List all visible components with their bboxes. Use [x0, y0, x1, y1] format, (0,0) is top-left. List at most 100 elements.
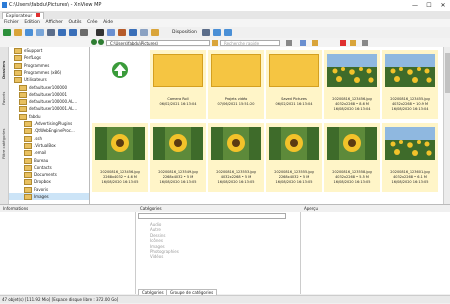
grid-scrollbar[interactable] — [443, 47, 450, 204]
tree-item[interactable]: Programmes — [9, 62, 89, 69]
tree-item[interactable]: Programmes (x86) — [9, 69, 89, 76]
rating-filter-icon[interactable] — [350, 40, 356, 46]
folder-item[interactable]: Camera Roll 06/02/2021 16:13:04 — [150, 50, 206, 119]
image-item[interactable]: 20200816_123555.jpg 2268x4032 • 5 M 16/08/… — [266, 123, 322, 192]
compare-icon[interactable] — [140, 29, 148, 36]
category-item[interactable]: Dessins — [150, 233, 165, 238]
forward-icon[interactable] — [98, 39, 104, 45]
tree-item[interactable]: .AdvertisingPlugins — [9, 120, 89, 127]
image-item[interactable]: 20200816_123455.jpg 4032x2268 • 10.9 M 16/… — [382, 50, 438, 119]
folder-icon — [19, 84, 27, 91]
sort-icon[interactable] — [58, 29, 66, 36]
refresh-icon[interactable] — [25, 29, 33, 36]
tree-item[interactable]: Images — [9, 193, 89, 200]
batch-icon[interactable] — [151, 29, 159, 36]
close-button[interactable]: ✕ — [436, 0, 450, 11]
category-search-input[interactable] — [138, 213, 286, 219]
tree-item[interactable]: .VirtualBox — [9, 142, 89, 149]
image-item[interactable]: 20200816_123553.jpg 4032x2268 • 5 M 16/08/… — [208, 123, 264, 192]
item-caption-2: 06/02/2021 16:13:04 — [275, 102, 313, 106]
settings-icon[interactable] — [202, 29, 210, 36]
tree-item[interactable]: defaultuser100001.AL... — [9, 105, 89, 113]
filter-icon[interactable] — [36, 29, 44, 36]
tag-icon[interactable] — [312, 40, 318, 46]
tree-item[interactable]: .ssh — [9, 135, 89, 142]
item-caption-1: 20200816_123549.jpg — [158, 170, 198, 174]
tree-item[interactable]: Contacts — [9, 164, 89, 171]
print-icon[interactable] — [96, 29, 104, 36]
menu-bar: Fichier Edition Afficher Outils Crée Aid… — [0, 19, 450, 27]
browse-folder-icon[interactable] — [212, 40, 218, 46]
slideshow-icon[interactable] — [80, 29, 88, 36]
tree-item[interactable]: Utilisateurs — [9, 76, 89, 84]
info-icon[interactable] — [224, 29, 232, 36]
folder-icon — [14, 55, 22, 62]
rename-icon[interactable] — [129, 29, 137, 36]
tab-close-icon[interactable] — [35, 13, 40, 17]
category-item[interactable]: Photographies — [150, 249, 179, 254]
fullscreen-icon[interactable] — [69, 29, 77, 36]
layout-icon[interactable] — [362, 40, 368, 46]
convert-icon[interactable] — [118, 29, 126, 36]
menu-fichier[interactable]: Fichier — [4, 19, 19, 27]
tree-item-label: Contacts — [34, 164, 52, 170]
help-icon[interactable] — [213, 29, 221, 36]
tree-item[interactable]: .QtWebEngineProc... — [9, 127, 89, 135]
side-tab-favorites[interactable]: Favoris — [1, 83, 7, 105]
star-icon[interactable] — [286, 40, 292, 46]
item-caption-3: 16/08/2020 16:13:05 — [101, 180, 139, 184]
menu-afficher[interactable]: Afficher — [45, 19, 62, 27]
tree-item[interactable]: eSupport — [9, 47, 89, 54]
tree-item[interactable]: PerfLogs — [9, 54, 89, 62]
tree-item[interactable]: Favoris — [9, 186, 89, 193]
image-item[interactable]: 20200816_123456.jpg 2268x4032 • 4.6 M 16/0… — [92, 123, 148, 192]
tree-item[interactable]: Documents — [9, 171, 89, 179]
menu-cree[interactable]: Crée — [87, 19, 97, 27]
folder-icon — [19, 99, 27, 106]
folder-icon[interactable] — [14, 29, 22, 36]
image-item[interactable]: 20200816_123601.jpg 4032x2268 • 6.1 M 16/0… — [382, 123, 438, 192]
folder-item[interactable]: Projets vidéo 07/06/2021 15:51:20 — [208, 50, 264, 119]
view-icon[interactable] — [47, 29, 55, 36]
tree-item[interactable]: defaultuser100001 — [9, 91, 89, 98]
parent-folder-item[interactable] — [92, 50, 148, 119]
menu-outils[interactable]: Outils — [68, 19, 81, 27]
folder-icon — [24, 164, 32, 171]
home-icon[interactable] — [3, 29, 11, 36]
photo-thumbnail — [95, 127, 145, 160]
folder-item[interactable]: Saved Pictures 06/02/2021 16:13:04 — [266, 50, 322, 119]
photo-thumbnail — [153, 127, 203, 160]
image-item[interactable]: 20200816_123456.jpg 4032x2268 • 8.6 M 16/0… — [324, 50, 380, 119]
tree-item[interactable]: Bureau — [9, 157, 89, 164]
category-item[interactable]: Audio — [150, 222, 161, 227]
search-input[interactable]: Recherche rapide — [220, 40, 280, 46]
category-item[interactable]: Autre — [150, 227, 161, 232]
category-item[interactable]: Icônes — [150, 238, 163, 243]
color-label-icon[interactable] — [340, 40, 346, 46]
layout-dropdown[interactable]: Disposition — [172, 29, 197, 36]
side-tab-category-filter[interactable]: Filtre catégories — [1, 109, 7, 159]
side-tab-folders[interactable]: Dossiers — [1, 49, 7, 79]
copy-icon[interactable] — [107, 29, 115, 36]
tree-item[interactable]: .email — [9, 149, 89, 157]
minimize-button[interactable]: — — [408, 0, 422, 11]
tree-item-label: .ssh — [34, 135, 42, 141]
photo-thumbnail — [327, 54, 377, 87]
thumbnail-size-icon[interactable] — [300, 40, 306, 46]
tree-item-label: defaultuser100000.AL... — [29, 99, 78, 105]
scrollbar-thumb[interactable] — [445, 53, 450, 93]
image-item[interactable]: 20200816_123558.jpg 4032x2268 • 5.5 M 16/0… — [324, 123, 380, 192]
menu-edition[interactable]: Edition — [24, 19, 40, 27]
address-input[interactable]: C:\Users\fabdu\Pictures\ — [106, 40, 210, 46]
category-item[interactable]: Images — [150, 244, 165, 249]
tree-item[interactable]: defaultuser100000.AL... — [9, 98, 89, 106]
category-item[interactable]: Vidéos — [150, 254, 163, 259]
menu-aide[interactable]: Aide — [103, 19, 113, 27]
back-icon[interactable] — [91, 39, 97, 45]
tree-item-label: Favoris — [34, 186, 49, 192]
image-item[interactable]: 20200816_123549.jpg 2268x4032 • 5 M 16/08/… — [150, 123, 206, 192]
tree-item[interactable]: fabdu — [9, 113, 89, 120]
tree-item[interactable]: defaultuser100000 — [9, 84, 89, 91]
tree-item[interactable]: Dropbox — [9, 178, 89, 186]
maximize-button[interactable]: ☐ — [422, 0, 436, 11]
